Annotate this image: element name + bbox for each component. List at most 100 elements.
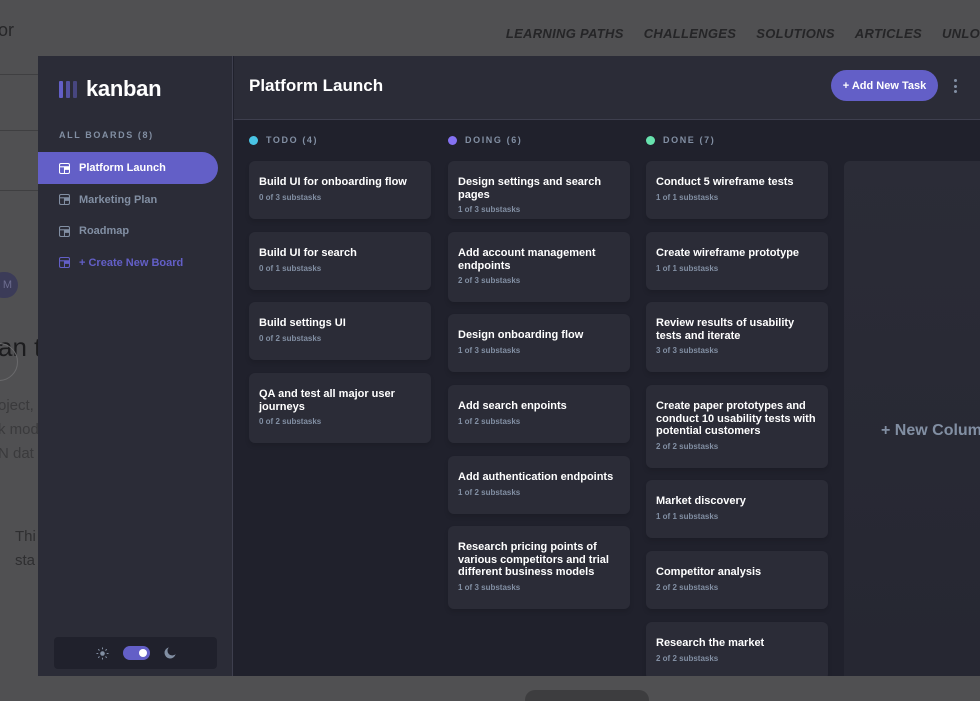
sidebar-item-roadmap[interactable]: Roadmap (38, 215, 218, 247)
task-title: Add account management endpoints (458, 247, 596, 272)
task-card[interactable]: Research pricing points of various compe… (448, 526, 630, 609)
background-tag: M (0, 272, 18, 298)
task-subtasks: 0 of 2 substasks (259, 417, 322, 426)
column-title: TODO (4) (266, 135, 319, 145)
column-header: DONE (7) (646, 135, 715, 145)
board-icon (59, 162, 70, 174)
task-subtasks: 2 of 3 substasks (458, 276, 521, 285)
task-title: Add search enpoints (458, 400, 567, 412)
task-card[interactable]: Add search enpoints 1 of 2 substasks (448, 385, 630, 443)
sidebar-item-platform-launch[interactable]: Platform Launch (38, 152, 218, 184)
background-nav-item: SOLUTIONS (756, 26, 835, 41)
task-card[interactable]: Competitor analysis 2 of 2 substasks (646, 551, 828, 609)
sidebar-item-label: Marketing Plan (79, 193, 158, 206)
background-paragraph: oject, k mod N dat (0, 394, 39, 466)
more-options-icon[interactable] (950, 78, 960, 94)
moon-icon (164, 647, 176, 659)
sidebar-item-marketing-plan[interactable]: Marketing Plan (38, 184, 218, 216)
background-paragraph-line: Thi (15, 528, 36, 545)
task-title: Create paper prototypes and conduct 10 u… (656, 400, 816, 437)
board-icon (59, 257, 70, 268)
task-card[interactable]: Build UI for search 0 of 1 substasks (249, 232, 431, 290)
task-subtasks: 1 of 1 substasks (656, 192, 719, 202)
task-title: Review results of usability tests and it… (656, 317, 795, 342)
task-title: Add authentication endpoints (458, 471, 614, 483)
background-paragraph-line: oject, (0, 397, 34, 414)
task-subtasks: 2 of 2 substasks (656, 653, 719, 663)
sidebar: kanban ALL BOARDS (8) Platform Launch Ma… (38, 56, 233, 676)
background-paragraph-line: sta (15, 552, 36, 569)
task-title: Market discovery (656, 495, 746, 507)
theme-toggle (54, 637, 217, 669)
background-nav-item: ARTICLES (854, 26, 922, 41)
task-subtasks: 1 of 3 substasks (458, 345, 521, 355)
column-header: DOING (6) (448, 135, 522, 145)
logo-text: kanban (86, 76, 162, 101)
board-icon (59, 194, 70, 205)
sun-icon (95, 646, 109, 660)
task-card[interactable]: Create paper prototypes and conduct 10 u… (646, 385, 828, 468)
board-list: Platform Launch Marketing Plan Roadmap +… (38, 152, 218, 278)
task-title: Build settings UI (259, 317, 346, 329)
task-subtasks: 1 of 2 substasks (458, 416, 521, 426)
task-card[interactable]: Market discovery 1 of 1 substasks (646, 480, 828, 538)
logo: kanban (59, 76, 162, 102)
background-nav: LEARNING PATHS CHALLENGES SOLUTIONS ARTI… (506, 26, 980, 41)
task-title: Research the market (656, 637, 765, 649)
add-task-button[interactable]: + Add New Task (831, 70, 938, 101)
task-card[interactable]: Research the market 2 of 2 substasks (646, 622, 828, 676)
task-subtasks: 2 of 2 substasks (656, 582, 719, 592)
create-board-label: + Create New Board (79, 256, 184, 269)
column-header: TODO (4) (249, 135, 318, 145)
logo-icon (59, 80, 77, 98)
task-card[interactable]: QA and test all major user journeys 0 of… (249, 373, 431, 443)
task-title: Create wireframe prototype (656, 247, 800, 259)
background-nav-item: CHALLENGES (643, 26, 737, 41)
background-logo: or (0, 20, 15, 40)
task-subtasks: 2 of 2 substasks (656, 441, 719, 451)
task-card[interactable]: Conduct 5 wireframe tests 1 of 1 substas… (646, 161, 828, 219)
task-subtasks: 1 of 1 substasks (656, 263, 719, 273)
task-card[interactable]: Review results of usability tests and it… (646, 302, 828, 372)
task-title: Build UI for onboarding flow (259, 176, 407, 188)
task-subtasks: 0 of 2 substasks (259, 333, 322, 343)
new-column-label: + New Column (881, 422, 980, 439)
column-color-dot (249, 135, 258, 145)
board-icon (59, 225, 70, 237)
task-card[interactable]: Build settings UI 0 of 2 substasks (249, 302, 431, 360)
background-divider (0, 130, 40, 131)
task-title: Research pricing points of various compe… (458, 541, 609, 578)
page-title: Platform Launch (249, 76, 384, 95)
column-title: DONE (7) (663, 135, 716, 145)
task-title: Design settings and search pages (458, 176, 602, 201)
background-nav-item: LEARNING PATHS (505, 26, 624, 41)
task-card[interactable]: Create wireframe prototype 1 of 1 substa… (646, 232, 828, 290)
background-nav-item: UNLO (941, 26, 980, 41)
task-title: Conduct 5 wireframe tests (656, 176, 794, 188)
task-card[interactable]: Build UI for onboarding flow 0 of 3 subs… (249, 161, 431, 219)
theme-switch[interactable] (122, 646, 150, 660)
task-subtasks: 0 of 3 substasks (259, 192, 322, 202)
background-paragraph: Thi sta (15, 525, 36, 573)
task-card[interactable]: Add authentication endpoints 1 of 2 subs… (448, 456, 630, 514)
column-color-dot (448, 135, 457, 145)
task-card[interactable]: Design settings and search pages 1 of 3 … (448, 161, 630, 219)
header: Platform Launch + Add New Task (234, 56, 980, 120)
create-board-button[interactable]: + Create New Board (38, 247, 218, 279)
task-card[interactable]: Add account management endpoints 2 of 3 … (448, 232, 630, 302)
background-divider (0, 190, 40, 191)
sidebar-item-label: Roadmap (79, 225, 130, 237)
background-paragraph-line: N dat (0, 445, 34, 462)
background-divider (0, 74, 40, 75)
kanban-app: kanban ALL BOARDS (8) Platform Launch Ma… (38, 56, 980, 676)
column-color-dot (646, 135, 655, 145)
new-column-button[interactable]: + New Column (844, 161, 980, 676)
background-paragraph-line: k mod (0, 421, 39, 438)
task-subtasks: 1 of 1 substasks (656, 511, 719, 521)
task-title: Build UI for search (259, 247, 357, 259)
task-subtasks: 3 of 3 substasks (656, 346, 719, 355)
background-pill (525, 690, 649, 701)
task-title: Competitor analysis (656, 566, 762, 578)
task-card[interactable]: Design onboarding flow 1 of 3 substasks (448, 314, 630, 372)
task-subtasks: 1 of 2 substasks (458, 487, 521, 497)
